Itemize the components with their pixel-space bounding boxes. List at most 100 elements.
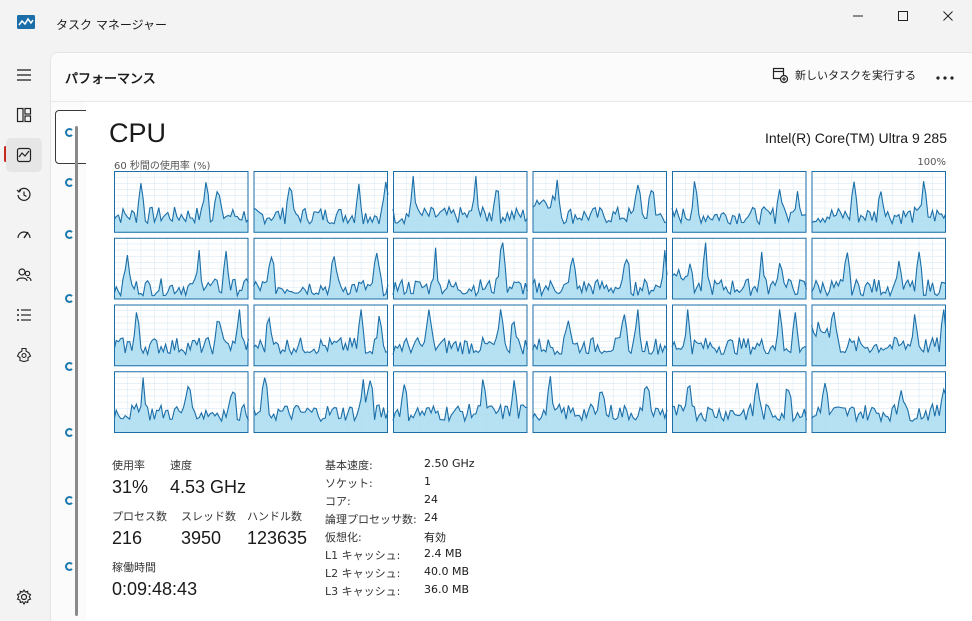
logical-processor-graph [253,304,389,367]
minimize-button[interactable] [843,6,873,26]
spec-value-l1-cache: 2.4 MB [424,547,463,560]
cpu-title: CPU [109,118,167,148]
spec-value-l2-cache: 40.0 MB [424,565,470,578]
logical-processor-graph [253,171,389,233]
close-icon [943,11,953,21]
run-new-task-button[interactable]: 新しいタスクを実行する [772,67,916,83]
logical-processor-graph [252,371,389,433]
resource-tile[interactable] [55,546,86,600]
spec-value-virtualization: 有効 [424,531,446,544]
spec-label-sockets: ソケット: [325,477,373,490]
resource-graph-icon [65,496,74,505]
logical-processor-graph [671,304,807,367]
nav-details[interactable] [6,298,42,332]
resource-tile[interactable] [55,346,86,400]
spec-label-cores: コア: [325,495,351,508]
logical-processor-graph [392,304,529,367]
logical-processor-graph [532,171,668,233]
maximize-button[interactable] [888,6,918,26]
logical-processor-graph [253,237,389,300]
window-title: タスク マネージャー [56,18,167,32]
minimize-icon [853,15,863,17]
nav-startup-apps[interactable] [6,218,42,252]
resource-list-scrollbar[interactable] [75,126,78,616]
resource-graph-icon [65,178,74,187]
graph-max-label: 100% [917,157,946,168]
resource-tile[interactable] [55,162,86,216]
startup-apps-icon [17,231,31,239]
speed-value: 4.53 GHz [170,477,247,497]
threads-value: 3950 [181,528,222,548]
more-options-button[interactable] [930,70,960,86]
services-icon [16,347,32,363]
uptime-value: 0:09:48:43 [112,579,198,599]
logical-processor-graph [114,171,249,233]
title-bar: タスク マネージャー [0,0,972,50]
logical-processor-graph [810,304,946,367]
users-icon [16,268,32,282]
logical-processor-graph [114,304,250,367]
spec-label-l3-cache: L3 キャッシュ: [325,585,401,598]
details-icon [17,309,31,321]
logical-processor-graph [671,371,808,433]
resource-tile[interactable] [55,278,86,332]
logical-processor-graph [531,304,668,367]
page-title: パフォーマンス [65,72,156,87]
spec-label-base-speed: 基本速度: [325,459,373,472]
logical-processor-graph [671,237,808,300]
performance-icon [16,147,32,163]
nav-app-history[interactable] [6,178,42,212]
nav-performance[interactable] [6,138,42,172]
logical-processor-graph [532,237,668,300]
resource-tile[interactable] [55,412,86,466]
spec-value-base-speed: 2.50 GHz [424,457,475,470]
hamburger-menu-icon [17,69,31,81]
processes-icon [16,107,32,123]
resource-graph-icon [65,428,74,437]
logical-processor-graph [811,371,946,433]
logical-processor-graph [811,237,946,300]
resource-tile[interactable] [55,480,86,534]
app-history-icon [16,187,31,201]
close-button[interactable] [933,6,963,26]
resource-tile[interactable] [55,214,86,268]
nav-processes[interactable] [6,98,42,132]
task-manager-app-icon [17,15,35,29]
handles-label: ハンドル数 [247,510,302,523]
resource-graph-icon [65,128,74,137]
settings-icon [16,589,32,605]
threads-label: スレッド数 [181,510,236,523]
nav-users[interactable] [6,258,42,292]
logical-processor-graphs [114,171,946,433]
spec-value-sockets: 1 [424,475,431,488]
resource-graph-icon [65,562,74,571]
logical-processor-graph [811,171,946,233]
spec-label-l2-cache: L2 キャッシュ: [325,567,401,580]
run-new-task-icon [772,67,788,83]
spec-value-l3-cache: 36.0 MB [424,583,470,596]
nav-settings[interactable] [6,580,42,614]
logical-processor-graph [392,237,529,300]
logical-processor-graph [392,171,528,233]
spec-value-cores: 24 [424,493,438,506]
spec-label-virtualization: 仮想化: [325,531,362,544]
processes-value: 216 [112,528,143,548]
resource-tile-cpu[interactable] [55,110,86,164]
logical-processor-graph [114,237,249,300]
processes-label: プロセス数 [112,510,167,523]
resource-graph-icon [65,362,74,371]
nav-hamburger-button[interactable] [6,58,42,92]
resource-graph-icon [65,230,74,239]
speed-label: 速度 [170,459,192,472]
run-new-task-label: 新しいタスクを実行する [795,69,916,82]
resource-list [51,102,86,621]
cpu-model-name: Intel(R) Core(TM) Ultra 9 285 [764,130,947,146]
logical-processor-graph [671,171,807,233]
utilization-value: 31% [112,477,149,497]
handles-value: 123635 [247,528,308,548]
graph-caption: 60 秒間の使用率 (%) [114,161,211,172]
spec-label-logical-processors: 論理プロセッサ数: [325,513,417,526]
uptime-label: 稼働時間 [112,561,156,574]
nav-services[interactable] [6,338,42,372]
logical-processor-graph [532,371,668,433]
